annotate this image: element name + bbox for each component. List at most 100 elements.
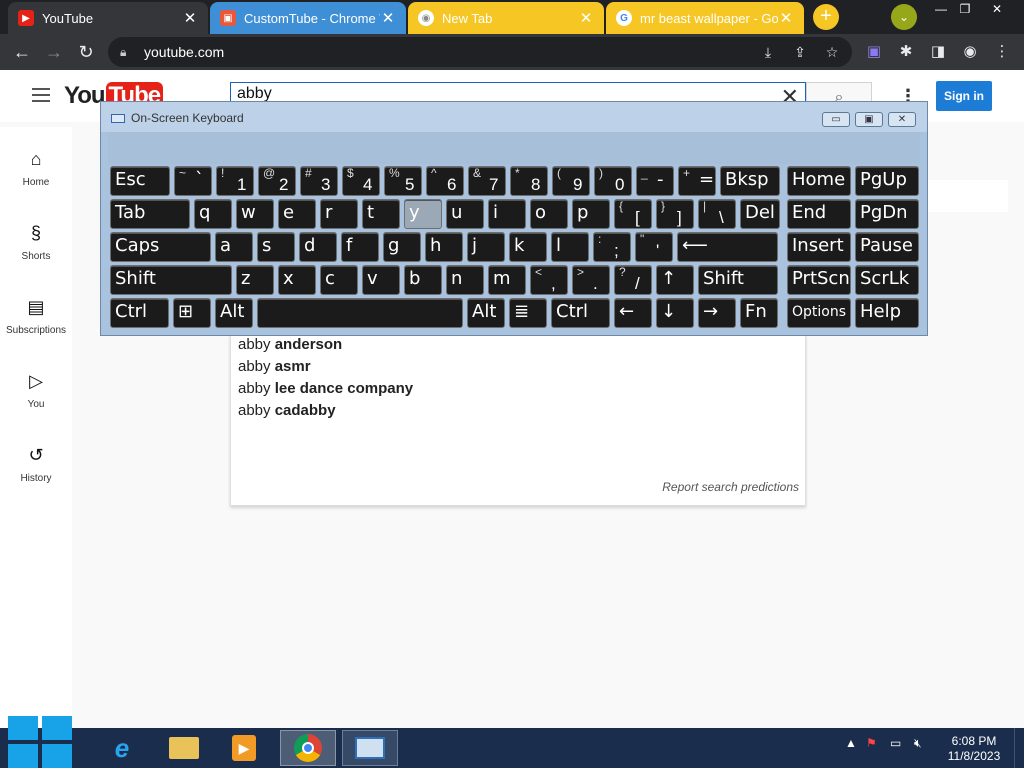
key-space[interactable]: [257, 298, 463, 328]
key-pause[interactable]: Pause: [855, 232, 919, 262]
key-Ctrl[interactable]: Ctrl: [551, 298, 610, 328]
key-[interactable]: ~ `: [174, 166, 212, 196]
puzzle-extensions-icon[interactable]: ✱: [894, 40, 918, 64]
suggestion-item[interactable]: abby cadabby: [238, 402, 336, 419]
key-pgdn[interactable]: PgDn: [855, 199, 919, 229]
key-i[interactable]: i: [488, 199, 526, 229]
key-6[interactable]: ^ 6: [426, 166, 464, 196]
menu-dots-icon[interactable]: ⋮: [990, 40, 1014, 64]
key-c[interactable]: c: [320, 265, 358, 295]
key-Caps[interactable]: Caps: [110, 232, 211, 262]
key-options[interactable]: Options: [787, 298, 851, 328]
close-window-button[interactable]: ✕: [982, 0, 1012, 18]
tab-customtube[interactable]: ▣ CustomTube - Chrome W ✕: [210, 2, 406, 34]
hamburger-menu-icon[interactable]: [32, 88, 50, 102]
key-w[interactable]: w: [236, 199, 274, 229]
key-8[interactable]: * 8: [510, 166, 548, 196]
suggestion-item[interactable]: abby lee dance company: [238, 380, 413, 397]
key-Alt[interactable]: Alt: [467, 298, 505, 328]
side-panel-icon[interactable]: ◨: [926, 40, 950, 64]
key-Del[interactable]: Del: [740, 199, 780, 229]
sidebar-item-shorts[interactable]: § Shorts: [0, 221, 72, 281]
key-Fn[interactable]: Fn: [740, 298, 778, 328]
key-x[interactable]: x: [278, 265, 316, 295]
key-a[interactable]: a: [215, 232, 253, 262]
key-[interactable]: ? /: [614, 265, 652, 295]
sign-in-button[interactable]: Sign in: [936, 81, 992, 111]
key-end[interactable]: End: [787, 199, 851, 229]
key-y[interactable]: y: [404, 199, 442, 229]
key-r[interactable]: r: [320, 199, 358, 229]
new-tab-button[interactable]: +: [813, 4, 839, 30]
key-o[interactable]: o: [530, 199, 568, 229]
key-7[interactable]: & 7: [468, 166, 506, 196]
key-Ctrl[interactable]: Ctrl: [110, 298, 169, 328]
key-e[interactable]: e: [278, 199, 316, 229]
key-[interactable]: " ': [635, 232, 673, 262]
key-5[interactable]: % 5: [384, 166, 422, 196]
key-j[interactable]: j: [467, 232, 505, 262]
osk-minimize-button[interactable]: ▭: [822, 112, 850, 127]
key-[interactable]: + =: [678, 166, 716, 196]
key-b[interactable]: b: [404, 265, 442, 295]
key-[interactable]: ↑: [656, 265, 694, 295]
key-v[interactable]: v: [362, 265, 400, 295]
key-Shift[interactable]: Shift: [698, 265, 778, 295]
system-clock[interactable]: 6:08 PM 11/8/2023: [944, 734, 1004, 764]
action-center-icon[interactable]: ⚑: [866, 736, 877, 750]
key-9[interactable]: (9: [552, 166, 590, 196]
sidebar-item-you[interactable]: ▷ You: [0, 369, 72, 429]
key-[interactable]: | \: [698, 199, 736, 229]
key-n[interactable]: n: [446, 265, 484, 295]
key-d[interactable]: d: [299, 232, 337, 262]
taskbar-internet-explorer[interactable]: e: [94, 730, 150, 766]
taskbar-media-player[interactable]: ▶: [216, 730, 272, 766]
restore-button[interactable]: ❐: [950, 0, 980, 18]
taskbar-on-screen-keyboard[interactable]: [342, 730, 398, 766]
key-prtscn[interactable]: PrtScn: [787, 265, 851, 295]
tab-search-button[interactable]: ⌄: [891, 4, 917, 30]
extension-icon[interactable]: ▣: [862, 40, 886, 64]
start-button[interactable]: [8, 716, 74, 768]
network-icon[interactable]: ▭: [890, 736, 901, 750]
key-1[interactable]: ! 1: [216, 166, 254, 196]
install-icon[interactable]: ⤓: [756, 37, 780, 67]
sidebar-item-history[interactable]: ↺ History: [0, 443, 72, 503]
key-4[interactable]: $4: [342, 166, 380, 196]
key-Esc[interactable]: Esc: [110, 166, 170, 196]
key-p[interactable]: p: [572, 199, 610, 229]
show-hidden-icons-icon[interactable]: ▲: [845, 736, 857, 750]
suggestion-item[interactable]: abby asmr: [238, 358, 311, 375]
tab-new-tab[interactable]: ◉ New Tab ✕: [408, 2, 604, 34]
key-k[interactable]: k: [509, 232, 547, 262]
key-f[interactable]: f: [341, 232, 379, 262]
suggestion-item[interactable]: abby anderson: [238, 336, 342, 353]
key-insert[interactable]: Insert: [787, 232, 851, 262]
key-[interactable]: ⊞: [173, 298, 211, 328]
key-t[interactable]: t: [362, 199, 400, 229]
key-[interactable]: {[: [614, 199, 652, 229]
key-[interactable]: >.: [572, 265, 610, 295]
report-predictions-link[interactable]: Report search predictions: [662, 480, 799, 494]
taskbar-chrome[interactable]: [280, 730, 336, 766]
key-home[interactable]: Home: [787, 166, 851, 196]
key-[interactable]: :;: [593, 232, 631, 262]
share-icon[interactable]: ⇪: [788, 37, 812, 67]
key-pgup[interactable]: PgUp: [855, 166, 919, 196]
key-[interactable]: ⟵: [677, 232, 778, 262]
tab-google-search[interactable]: G mr beast wallpaper - Goo ✕: [606, 2, 804, 34]
bookmark-star-icon[interactable]: ☆: [820, 37, 844, 67]
volume-muted-icon[interactable]: 🔇︎: [914, 736, 922, 751]
key-[interactable]: →: [698, 298, 736, 328]
key-help[interactable]: Help: [855, 298, 919, 328]
key-Tab[interactable]: Tab: [110, 199, 190, 229]
key-[interactable]: <,: [530, 265, 568, 295]
taskbar-file-explorer[interactable]: [156, 730, 212, 766]
key-Alt[interactable]: Alt: [215, 298, 253, 328]
key-2[interactable]: @2: [258, 166, 296, 196]
key-l[interactable]: l: [551, 232, 589, 262]
close-icon[interactable]: ✕: [778, 9, 794, 27]
address-bar[interactable]: 🔒︎ youtube.com ⤓ ⇪ ☆: [108, 37, 852, 67]
key-0[interactable]: ) 0: [594, 166, 632, 196]
key-q[interactable]: q: [194, 199, 232, 229]
